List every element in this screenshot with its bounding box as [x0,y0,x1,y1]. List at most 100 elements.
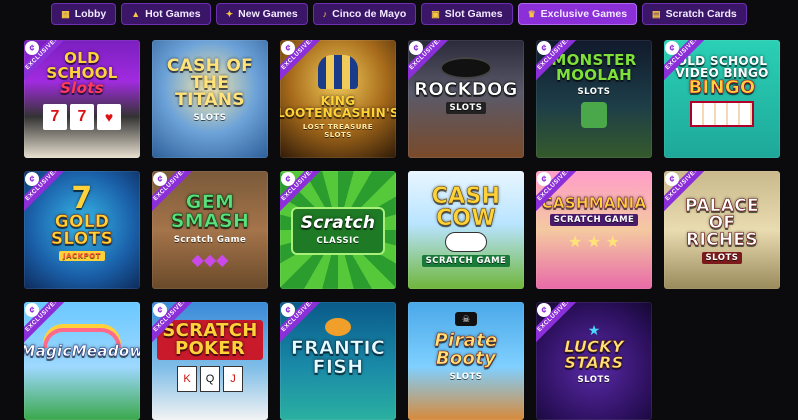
coin-badge-icon: ¢ [281,303,295,317]
pharaoh-headdress-icon [318,54,358,89]
tab-new-games[interactable]: ✦ New Games [215,3,308,25]
tab-label: Exclusive Games [540,8,628,20]
scratch-card-icon: ▤ [652,8,661,19]
playing-cards: K Q J [177,366,243,392]
tab-slot-games[interactable]: ▣ Slot Games [421,3,513,25]
tab-label: Scratch Cards [665,8,737,20]
tab-scratch-cards[interactable]: ▤ Scratch Cards [642,3,747,25]
slot-reels: 7 7 ♥ [43,103,121,130]
tab-label: Hot Games [145,8,201,20]
game-tile-cashmania[interactable]: ¢ EXCLUSIVE! CASHMANIA SCRATCH GAME ★ ★ … [536,171,652,289]
cow-icon [445,231,487,252]
seven-icon: 7 [71,180,93,216]
game-subtitle: SLOTS [193,113,227,123]
game-tile-old-school-video-bingo[interactable]: ¢ EXCLUSIVE! OLD SCHOOL VIDEO BINGO BING… [664,40,780,158]
tab-cinco-de-mayo[interactable]: ♪ Cinco de Mayo [312,3,417,25]
coin-badge-icon: ¢ [409,41,423,55]
game-title: Pirate Booty [434,330,498,369]
game-tile-pirate-booty[interactable]: ☠ Pirate Booty SLOTS [408,302,524,420]
tab-hot-games[interactable]: ▲ Hot Games [121,3,211,25]
game-subtitle: SCRATCH GAME [421,254,511,267]
game-subtitle: Scratch Game [173,234,247,245]
card-icon: K [177,366,197,392]
game-title: CASHMANIA [541,194,647,212]
tab-label: Lobby [74,8,107,20]
coin-badge-icon: ¢ [25,172,39,186]
coin-badge-icon: ¢ [25,41,39,55]
tab-label: New Games [238,8,298,20]
coin-badge-icon: ¢ [665,172,679,186]
coin-badge-icon: ¢ [281,172,295,186]
vinyl-record-icon [440,56,492,79]
game-title: GOLD SLOTS [50,211,114,249]
game-subtitle: SLOTS [701,252,743,264]
game-tile-scratch-classic[interactable]: ¢ EXCLUSIVE! Scratch CLASSIC [280,171,396,289]
sparkle-icon: ✦ [225,8,234,19]
game-title: KING LOOTENCASHIN'S [280,93,396,120]
maracas-icon: ♪ [322,9,328,19]
tab-lobby[interactable]: ▦ Lobby [51,3,117,25]
game-tile-magic-meadow[interactable]: ¢ EXCLUSIVE! MagicMeadow [24,302,140,420]
game-tile-scratch-poker[interactable]: ¢ EXCLUSIVE! SCRATCH POKER K Q J [152,302,268,420]
game-title: MagicMeadow [24,342,140,360]
game-tile-frantic-fish[interactable]: ¢ EXCLUSIVE! FRANTIC FISH [280,302,396,420]
game-title: CASH OF THE TITANS [166,56,254,110]
game-subtitle: JACKPOT [59,250,105,261]
game-tile-monster-moolah[interactable]: ¢ EXCLUSIVE! MONSTER MOOLAH SLOTS [536,40,652,158]
reel-seven-icon: 7 [43,103,67,130]
crown-icon: ♛ [527,8,536,19]
flame-icon: ▲ [131,9,141,19]
game-tile-palace-of-riches[interactable]: ¢ EXCLUSIVE! PALACE OF RICHES SLOTS [664,171,780,289]
game-subtitle: Slots [60,78,104,97]
reel-heart-icon: ♥ [97,103,121,130]
coin-badge-icon: ¢ [281,41,295,55]
game-title: CASH COW [431,183,501,231]
game-tile-king-lootencashins[interactable]: ¢ EXCLUSIVE! KING LOOTENCASHIN'S LOST TR… [280,40,396,158]
game-subtitle: SLOTS [577,375,611,385]
coin-badge-icon: ¢ [153,172,167,186]
category-nav: ▦ Lobby ▲ Hot Games ✦ New Games ♪ Cinco … [0,3,798,25]
game-title: GEM SMASH [170,190,250,232]
pirate-flag-icon: ☠ [455,312,477,326]
game-title: Scratch [300,213,376,233]
game-grid: ¢ EXCLUSIVE! OLD SCHOOL Slots 7 7 ♥ CASH… [24,40,780,420]
slot-machine-icon: ▣ [431,8,440,19]
game-title: SCRATCH POKER [157,320,263,360]
monster-icon [581,101,607,128]
game-tile-rockdog-slots[interactable]: ¢ EXCLUSIVE! ROCKDOG SLOTS [408,40,524,158]
game-subtitle: SLOTS [449,372,483,382]
game-subtitle: BINGO [688,77,756,98]
game-title: PALACE OF RICHES [685,196,759,250]
game-tile-lucky-stars[interactable]: ¢ EXCLUSIVE! ★ LUCKY STARS SLOTS [536,302,652,420]
game-tile-cash-of-the-titans[interactable]: CASH OF THE TITANS SLOTS [152,40,268,158]
reel-seven-icon: 7 [70,103,94,130]
scratch-logo-panel: Scratch CLASSIC [290,207,386,255]
game-title: ROCKDOG [414,78,518,100]
card-icon: J [223,366,243,392]
coin-badge-icon: ¢ [153,303,167,317]
game-subtitle: SLOTS [577,86,611,97]
game-tile-cash-cow[interactable]: CASH COW SCRATCH GAME [408,171,524,289]
game-subtitle: LOST TREASURE SLOTS [302,122,374,139]
coin-badge-icon: ¢ [537,172,551,186]
coin-badge-icon: ¢ [537,303,551,317]
gem-icon: ◆◆◆ [191,251,229,269]
coin-badge-icon: ¢ [665,41,679,55]
game-title: FRANTIC FISH [290,337,386,378]
grid-icon: ▦ [61,8,70,19]
star-icon: ★ ★ ★ [568,234,620,251]
game-subtitle: CLASSIC [316,236,360,246]
game-tile-old-school-slots[interactable]: ¢ EXCLUSIVE! OLD SCHOOL Slots 7 7 ♥ [24,40,140,158]
coin-badge-icon: ¢ [537,41,551,55]
game-tile-gem-smash[interactable]: ¢ EXCLUSIVE! GEM SMASH Scratch Game ◆◆◆ [152,171,268,289]
coin-badge-icon: ¢ [25,303,39,317]
game-subtitle: SLOTS [445,101,487,114]
card-icon: Q [200,366,220,392]
game-tile-gold-slots[interactable]: ¢ EXCLUSIVE! 7 GOLD SLOTS JACKPOT [24,171,140,289]
tab-exclusive-games[interactable]: ♛ Exclusive Games [517,3,638,25]
tab-label: Slot Games [444,8,503,20]
tab-label: Cinco de Mayo [332,8,407,20]
game-subtitle: SCRATCH GAME [549,214,639,226]
game-title: LUCKY STARS [564,337,624,372]
bingo-card-icon [690,101,754,127]
